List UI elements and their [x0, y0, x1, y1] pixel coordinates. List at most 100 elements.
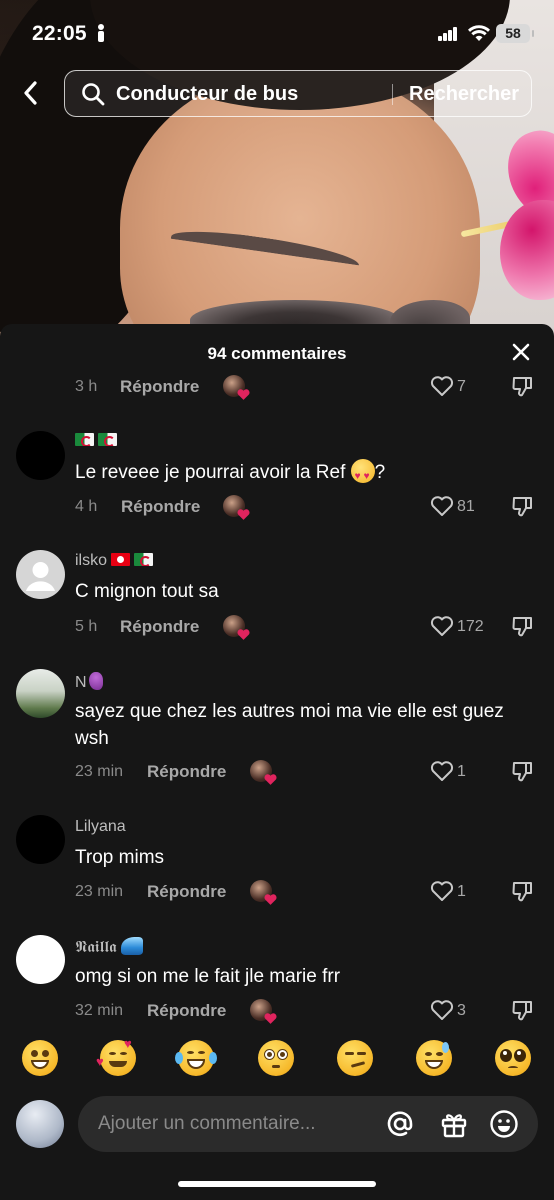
- dislike-icon[interactable]: [511, 615, 533, 637]
- home-indicator[interactable]: [178, 1181, 376, 1187]
- creator-liked-avatar: [250, 999, 277, 1024]
- flower-hairpin: [460, 110, 554, 310]
- algeria-flag-icon: [75, 433, 94, 446]
- search-divider: [392, 84, 393, 105]
- comment-time: 23 min: [75, 883, 124, 900]
- comment-time: 32 min: [75, 1002, 124, 1019]
- like-count: 3: [457, 1002, 466, 1019]
- wave-emoji-icon: [120, 937, 143, 955]
- emoji-picker-icon[interactable]: [489, 1109, 519, 1139]
- comment-time: 4 h: [75, 498, 98, 515]
- gift-icon[interactable]: [439, 1109, 469, 1139]
- creator-liked-avatar: [223, 375, 250, 400]
- status-bar: 22:05 58: [0, 0, 554, 62]
- like-count: 1: [457, 763, 466, 780]
- default-avatar[interactable]: [16, 550, 65, 599]
- my-avatar[interactable]: [16, 1100, 64, 1148]
- smirking-face-emoji-icon[interactable]: [337, 1040, 373, 1076]
- creator-liked-avatar: [223, 615, 250, 640]
- like-heart-icon[interactable]: [430, 999, 454, 1021]
- reply-button[interactable]: Répondre: [147, 882, 226, 902]
- dislike-icon[interactable]: [511, 495, 533, 517]
- heart-eyes-emoji-icon: [350, 459, 375, 490]
- comment-text: Trop mims: [75, 847, 165, 868]
- comment-time: 3 h: [75, 378, 98, 395]
- smiling-face-with-hearts-emoji-icon[interactable]: ♥ ♥: [96, 1036, 136, 1076]
- heart-icon: [237, 509, 250, 520]
- heart-icon: [264, 894, 277, 905]
- search-submit-button[interactable]: Rechercher: [409, 83, 519, 106]
- comment-meta-row: 4 h Répondre 81: [75, 495, 535, 520]
- avatar[interactable]: [16, 669, 65, 718]
- reply-button[interactable]: Répondre: [121, 497, 200, 517]
- dislike-icon[interactable]: [511, 760, 533, 782]
- status-time: 22:05: [32, 22, 87, 45]
- comment-author: N: [75, 672, 103, 692]
- comment-input[interactable]: Ajouter un commentaire...: [78, 1096, 538, 1152]
- comment-text: omg si on me le fait jle marie frr: [75, 966, 341, 987]
- like-heart-icon[interactable]: [430, 760, 454, 782]
- heart-icon: [264, 1013, 277, 1024]
- like-heart-icon[interactable]: [430, 495, 454, 517]
- heart-icon: [264, 774, 277, 785]
- quick-emoji-bar: ♥ ♥: [0, 1036, 554, 1082]
- avatar[interactable]: [16, 431, 65, 480]
- grinning-face-with-sweat-emoji-icon[interactable]: [416, 1040, 452, 1076]
- flower-petal: [500, 200, 554, 300]
- like-count: 81: [457, 498, 475, 515]
- comment-time: 23 min: [75, 763, 124, 780]
- flushed-face-emoji-icon[interactable]: [258, 1040, 294, 1076]
- comment-meta-row: 23 min Répondre 1: [75, 760, 535, 785]
- close-icon[interactable]: [510, 341, 532, 363]
- algeria-flag-icon: [98, 433, 117, 446]
- heart-icon: [237, 629, 250, 640]
- comment-input-placeholder[interactable]: Ajouter un commentaire...: [98, 1113, 316, 1135]
- dislike-icon[interactable]: [511, 880, 533, 902]
- search-query[interactable]: Conducteur de bus: [116, 83, 298, 106]
- mention-at-icon[interactable]: [385, 1109, 415, 1139]
- creator-liked-avatar: [250, 760, 277, 785]
- comment-meta-row: 23 min Répondre 1: [75, 880, 535, 905]
- comment-text: sayez que chez les autres moi ma vie ell…: [75, 701, 504, 749]
- comment-text: Le reveee je pourrai avoir la Ref ?: [75, 459, 515, 490]
- search-icon: [82, 83, 105, 106]
- like-count: 7: [457, 378, 466, 395]
- reply-button[interactable]: Répondre: [147, 1001, 226, 1021]
- person-icon: [96, 24, 106, 42]
- dislike-icon[interactable]: [511, 999, 533, 1021]
- like-heart-icon[interactable]: [430, 375, 454, 397]
- creator-liked-avatar: [223, 495, 250, 520]
- battery-indicator: 58: [496, 24, 534, 43]
- comment-author: 𝕹𝖆𝖎𝖑𝖑𝖆: [75, 937, 143, 957]
- algeria-flag-icon: [134, 553, 154, 566]
- back-chevron-icon[interactable]: [18, 78, 44, 108]
- comment-meta-row: 5 h Répondre 172: [75, 615, 535, 640]
- comment-author: Lilyana: [75, 818, 126, 835]
- comment-author: ilsko: [75, 552, 157, 570]
- pleading-face-emoji-icon[interactable]: [495, 1040, 531, 1076]
- reply-button[interactable]: Répondre: [120, 377, 199, 397]
- comments-count-title: 94 commentaires: [207, 344, 347, 363]
- tunisia-flag-icon: [111, 553, 131, 566]
- like-count: 172: [457, 618, 484, 635]
- face-with-tears-of-joy-emoji-icon[interactable]: [175, 1040, 217, 1076]
- like-heart-icon[interactable]: [430, 880, 454, 902]
- cellular-signal-icon: [438, 27, 458, 41]
- comment-time: 5 h: [75, 618, 98, 635]
- reply-button[interactable]: Répondre: [120, 617, 199, 637]
- comment-meta-row: 32 min Répondre 3: [75, 999, 535, 1024]
- avatar[interactable]: [16, 935, 65, 984]
- avatar[interactable]: [16, 815, 65, 864]
- comment-author: [75, 432, 121, 450]
- search-bar[interactable]: Conducteur de bus Rechercher: [64, 70, 532, 117]
- comment-meta-row: 3 h Répondre 7: [75, 375, 535, 400]
- like-count: 1: [457, 883, 466, 900]
- person-silhouette-icon: [26, 562, 55, 591]
- grinning-face-emoji-icon[interactable]: [22, 1040, 58, 1076]
- dislike-icon[interactable]: [511, 375, 533, 397]
- genie-emoji-icon: [88, 672, 103, 690]
- comment-text: C mignon tout sa: [75, 581, 219, 602]
- reply-button[interactable]: Répondre: [147, 762, 226, 782]
- creator-liked-avatar: [250, 880, 277, 905]
- like-heart-icon[interactable]: [430, 615, 454, 637]
